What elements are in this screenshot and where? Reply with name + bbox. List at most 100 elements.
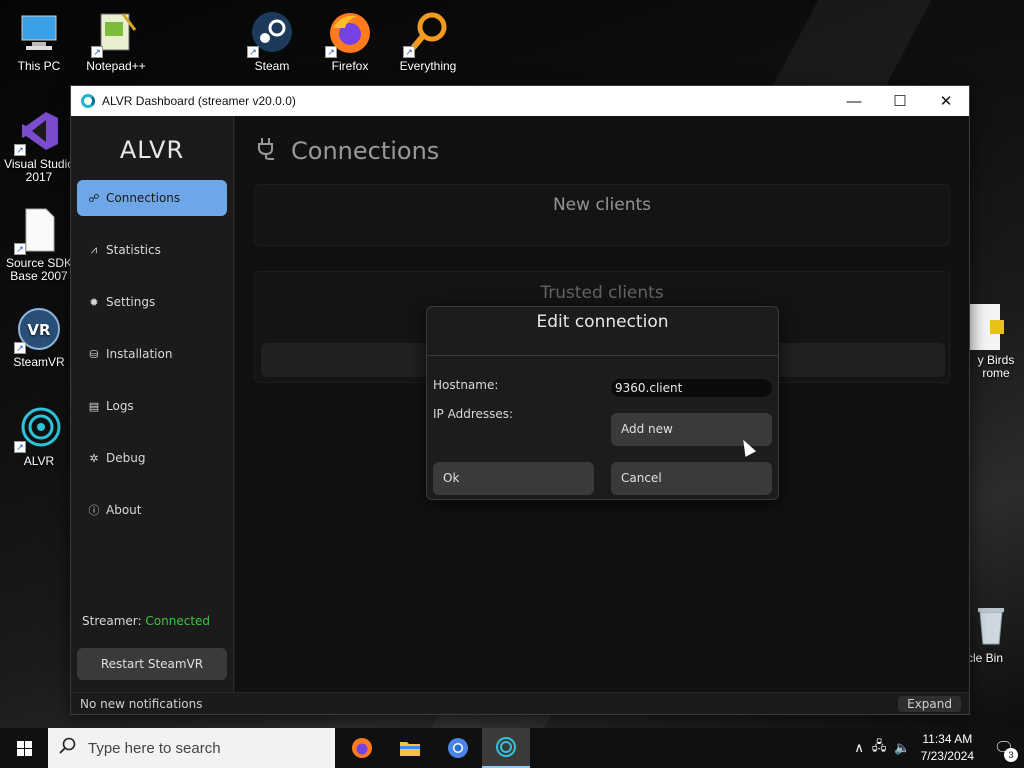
alvr-icon: [496, 737, 516, 757]
taskbar-chromium[interactable]: [434, 728, 482, 768]
plug-icon: ☍: [88, 191, 100, 205]
chevron-up-icon[interactable]: ∧: [854, 740, 864, 756]
window-titlebar[interactable]: ALVR Dashboard (streamer v20.0.0) — ☐ ✕: [71, 86, 969, 116]
sidebar-item-installation[interactable]: ⛁ Installation: [77, 336, 227, 372]
expand-notifications-button[interactable]: Expand: [898, 695, 961, 712]
start-button[interactable]: [0, 728, 48, 768]
windows-logo-icon: [16, 740, 32, 756]
taskbar-alvr[interactable]: [482, 728, 530, 768]
desktop-icon-label: cle Bin: [966, 651, 1004, 665]
restart-steamvr-button[interactable]: Restart SteamVR: [77, 648, 227, 680]
clock-time: 11:34 AM: [922, 732, 973, 746]
sidebar-item-connections[interactable]: ☍ Connections: [77, 180, 227, 216]
firefox-icon: ↗: [325, 10, 373, 58]
search-placeholder: Type here to search: [88, 739, 221, 757]
sidebar-item-label: Logs: [106, 399, 134, 413]
network-icon[interactable]: 🖧: [872, 737, 887, 759]
app-brand: ALVR: [119, 136, 185, 164]
chart-icon: ⩘: [90, 243, 98, 256]
sidebar-item-debug[interactable]: ✲ Debug: [77, 440, 227, 476]
file-icon: ↗: [14, 207, 62, 255]
dialog-divider: [427, 355, 778, 356]
volume-icon[interactable]: 🔈: [894, 740, 910, 756]
sidebar-item-settings[interactable]: ✹ Settings: [77, 284, 227, 320]
cancel-button[interactable]: Cancel: [611, 462, 772, 495]
firefox-icon: [352, 738, 372, 758]
gear-icon: ✹: [89, 295, 99, 309]
alvr-icon: [81, 94, 95, 108]
hostname-field[interactable]: 9360.client: [611, 379, 772, 397]
desktop-icon-label: Notepad++: [86, 59, 146, 73]
streamer-connected-badge: Connected: [145, 614, 211, 628]
edit-connection-dialog: Edit connection Hostname: 9360.client IP…: [426, 306, 779, 500]
streamer-label: Streamer:: [82, 614, 142, 628]
info-icon: ⓘ: [88, 504, 100, 517]
sidebar-item-statistics[interactable]: ⩘ Statistics: [77, 232, 227, 268]
sidebar-item-logs[interactable]: ▤ Logs: [77, 388, 227, 424]
steam-icon: ↗: [247, 10, 295, 58]
search-app-icon: ↗: [403, 10, 451, 58]
desktop-icon-steam[interactable]: ↗ Steam: [233, 10, 311, 73]
bug-icon: ✲: [89, 451, 99, 465]
folder-icon: [400, 742, 420, 756]
scroll-icon: ▤: [88, 399, 100, 413]
sidebar-nav: ☍ Connections ⩘ Statistics ✹ Settings ⛁ …: [71, 180, 233, 528]
taskbar-search-box[interactable]: Type here to search: [48, 728, 335, 768]
sidebar-item-label: Installation: [106, 347, 173, 361]
desktop-icon-source-sdk[interactable]: ↗ Source SDK Base 2007: [0, 207, 78, 283]
desktop-icon-label: Visual Studio 2017: [4, 157, 74, 184]
desktop-icon-everything[interactable]: ↗ Everything: [389, 10, 467, 73]
visual-studio-icon: ↗: [14, 108, 62, 156]
clock-date: 7/23/2024: [920, 749, 974, 763]
ok-button[interactable]: Ok: [433, 462, 594, 495]
desktop-icon-steamvr[interactable]: VR ↗ SteamVR: [0, 306, 78, 369]
notification-message: No new notifications: [80, 696, 203, 711]
dialog-title: Edit connection: [536, 312, 669, 332]
taskbar-firefox[interactable]: [338, 728, 386, 768]
box-icon: ⛁: [89, 347, 99, 361]
close-button[interactable]: ✕: [923, 86, 969, 116]
desktop-icon-notepadpp[interactable]: ↗ Notepad++: [77, 10, 155, 73]
alvr-dashboard-window: ALVR Dashboard (streamer v20.0.0) — ☐ ✕ …: [70, 85, 970, 715]
ip-addresses-label: IP Addresses:: [433, 407, 514, 421]
notification-count-badge: 3: [1004, 748, 1018, 762]
notepad-icon: ↗: [91, 10, 139, 58]
action-center-button[interactable]: 🗨 3: [984, 728, 1024, 768]
chromium-icon: [448, 738, 468, 758]
desktop-icon-label: y Birds rome: [977, 353, 1015, 380]
sidebar-item-about[interactable]: ⓘ About: [77, 492, 227, 528]
sidebar-item-label: Settings: [106, 295, 156, 309]
svg-text:VR: VR: [27, 321, 51, 339]
taskbar: Type here to search ∧ 🖧 🔈 11:34 AM 7/23/…: [0, 728, 1024, 768]
desktop-icon-visual-studio[interactable]: ↗ Visual Studio 2017: [0, 108, 78, 184]
desktop-icon-label: Everything: [399, 59, 457, 73]
system-tray: ∧ 🖧 🔈 11:34 AM 7/23/2024 🗨 3: [850, 728, 1024, 768]
search-icon: [58, 737, 88, 759]
alvr-icon: ↗: [14, 405, 62, 453]
desktop-icon-alvr[interactable]: ↗ ALVR: [0, 405, 78, 468]
clock[interactable]: 11:34 AM 7/23/2024: [921, 731, 974, 765]
taskbar-file-explorer[interactable]: [386, 728, 434, 768]
desktop-icon-this-pc[interactable]: This PC: [0, 10, 78, 73]
computer-icon: [16, 10, 62, 56]
desktop-icon-label: ALVR: [23, 454, 55, 468]
desktop-icon-label: Steam: [254, 59, 290, 73]
sidebar: ALVR ☍ Connections ⩘ Statistics ✹ Settin…: [71, 116, 234, 692]
maximize-button[interactable]: ☐: [877, 86, 923, 116]
desktop-icon-label: This PC: [17, 59, 61, 73]
recycle-bin-icon: [968, 602, 1014, 648]
hostname-label: Hostname:: [433, 378, 499, 392]
desktop-icon-label: Firefox: [331, 59, 369, 73]
sidebar-item-label: Connections: [106, 191, 181, 205]
notification-bar: No new notifications Expand: [71, 692, 969, 714]
sidebar-item-label: Statistics: [106, 243, 161, 257]
minimize-button[interactable]: —: [831, 86, 877, 116]
desktop-icon-label: Source SDK Base 2007: [5, 256, 73, 283]
app-icon: [970, 304, 1016, 350]
streamer-status: Streamer: Connected: [82, 614, 210, 628]
desktop-icon-label: SteamVR: [13, 355, 65, 369]
sidebar-item-label: About: [106, 503, 142, 517]
desktop-icon-firefox[interactable]: ↗ Firefox: [311, 10, 389, 73]
sidebar-item-label: Debug: [106, 451, 146, 465]
steamvr-icon: VR ↗: [14, 306, 62, 354]
